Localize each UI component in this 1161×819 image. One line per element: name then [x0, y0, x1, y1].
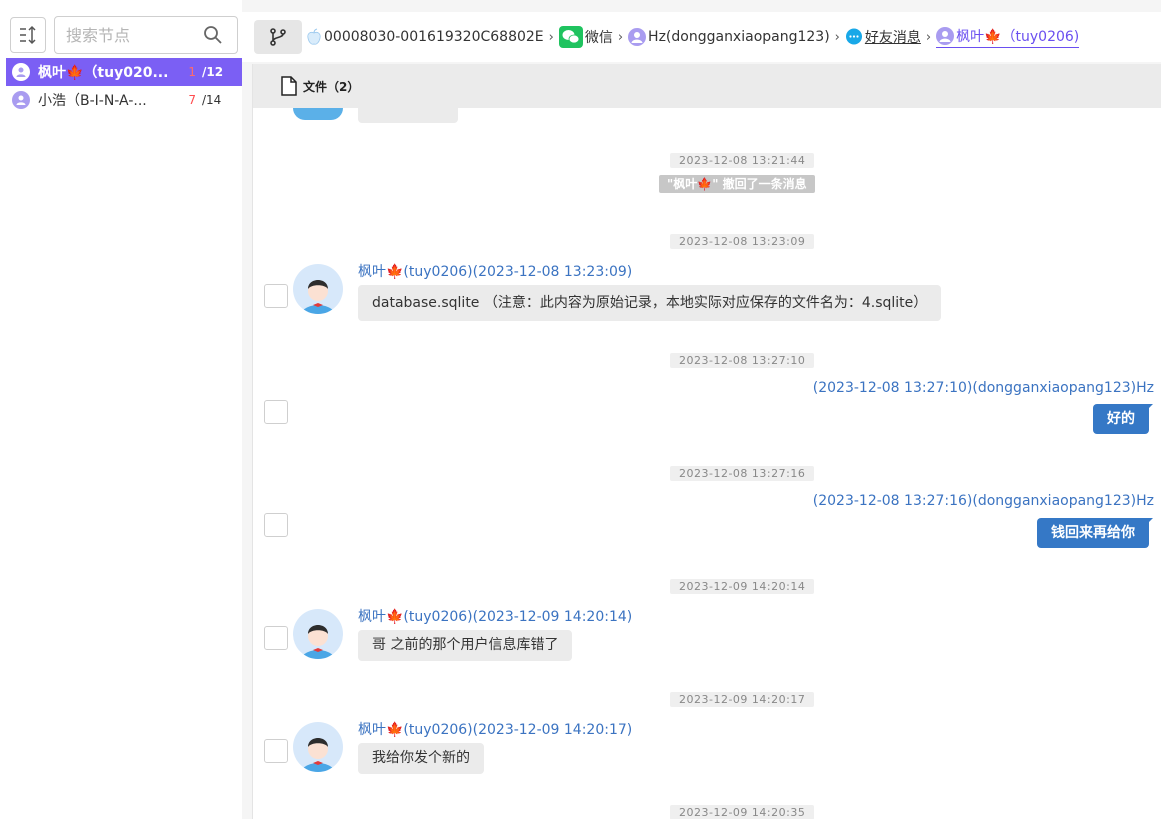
search-icon[interactable] [203, 25, 223, 49]
message-bubble[interactable]: 钱回来再给你 [1037, 518, 1153, 548]
message-checkbox[interactable] [264, 626, 288, 650]
chevron-right-icon: › [834, 29, 840, 45]
apple-icon [306, 28, 322, 46]
avatar [293, 722, 343, 772]
sender-info: 枫叶🍁(tuy0206)(2023-12-08 13:23:09) [358, 264, 633, 280]
avatar [293, 264, 343, 314]
sender-info: 枫叶🍁(tuy0206)(2023-12-09 14:20:17) [358, 722, 633, 738]
message-checkbox[interactable] [264, 739, 288, 763]
message-bubble[interactable]: 哥 之前的那个用户信息库错了 [358, 630, 573, 661]
breadcrumb-category[interactable]: 好友消息 [845, 27, 921, 47]
unread-count: 1 [188, 65, 196, 79]
total-count: /12 [202, 65, 224, 79]
breadcrumb-device[interactable]: 00008030-001619320C68802E [306, 28, 544, 46]
chevron-right-icon: › [925, 29, 932, 45]
sender-info: (2023-12-08 13:27:10)(dongganxiaopang123… [812, 380, 1154, 396]
chat-panel: 文件（2） 2023-12-08 13:21:44 "枫叶🍁" 撤回了一条消息 … [252, 64, 1161, 819]
search-input[interactable] [55, 17, 195, 53]
files-label: 文件（2） [303, 79, 360, 94]
total-count: /14 [202, 93, 222, 107]
sidebar: 枫叶🍁（tuy020... 1 /12 小浩（B-I-N-A-... 7 /14 [0, 0, 242, 819]
timestamp: 2023-12-09 14:20:35 [670, 805, 815, 819]
breadcrumb-account[interactable]: Hz(dongganxiaopang123) [628, 28, 830, 46]
chevron-right-icon: › [548, 29, 554, 45]
branch-icon [270, 28, 286, 46]
message-bubble [358, 108, 458, 123]
unread-count: 7 [188, 93, 196, 107]
message-checkbox[interactable] [264, 513, 288, 537]
chat-bubble-icon [845, 28, 863, 46]
message-bubble[interactable]: database.sqlite （注意：此内容为原始记录，本地实际对应保存的文件… [358, 285, 942, 321]
contact-item[interactable]: 小浩（B-I-N-A-... 7 /14 [6, 86, 242, 114]
timestamp: 2023-12-08 13:23:09 [670, 234, 815, 249]
message-checkbox[interactable] [264, 284, 288, 308]
file-icon [281, 76, 297, 96]
timestamp: 2023-12-08 13:21:44 [670, 153, 815, 168]
user-icon [12, 91, 30, 109]
message-bubble[interactable]: 我给你发个新的 [358, 743, 484, 774]
timestamp: 2023-12-08 13:27:16 [670, 466, 815, 481]
files-bar[interactable]: 文件（2） [253, 64, 1161, 108]
avatar [293, 609, 343, 659]
contact-item-selected[interactable]: 枫叶🍁（tuy020... 1 /12 [6, 58, 242, 86]
search-box [54, 16, 238, 54]
user-icon [936, 27, 955, 45]
message-bubble[interactable]: 好的 [1093, 404, 1153, 434]
timestamp: 2023-12-09 14:20:17 [670, 692, 815, 707]
sender-info: 枫叶🍁(tuy0206)(2023-12-09 14:20:14) [358, 609, 633, 625]
contact-name: 枫叶🍁（tuy020... [38, 65, 168, 81]
contact-list: 枫叶🍁（tuy020... 1 /12 小浩（B-I-N-A-... 7 /14 [6, 58, 242, 114]
avatar [293, 108, 343, 120]
breadcrumb: 00008030-001619320C68802E › 微信 › Hz(dong… [306, 26, 1080, 48]
breadcrumb-contact[interactable]: 枫叶🍁（tuy0206) [936, 26, 1080, 48]
timestamp: 2023-12-09 14:20:14 [670, 579, 815, 594]
breadcrumb-bar: 00008030-001619320C68802E › 微信 › Hz(dong… [242, 12, 1161, 62]
sort-icon [20, 25, 36, 45]
message-checkbox[interactable] [264, 400, 288, 424]
branch-button[interactable] [254, 20, 302, 54]
user-icon [12, 63, 30, 81]
wechat-icon [558, 26, 583, 48]
breadcrumb-app[interactable]: 微信 [558, 26, 613, 48]
sender-info: (2023-12-08 13:27:16)(dongganxiaopang123… [812, 493, 1154, 509]
sort-button[interactable] [10, 17, 46, 53]
contact-name: 小浩（B-I-N-A-... [38, 93, 147, 109]
timestamp: 2023-12-08 13:27:10 [670, 353, 815, 368]
chevron-right-icon: › [617, 29, 624, 45]
user-icon [628, 28, 647, 46]
system-message: "枫叶🍁" 撤回了一条消息 [659, 175, 815, 193]
